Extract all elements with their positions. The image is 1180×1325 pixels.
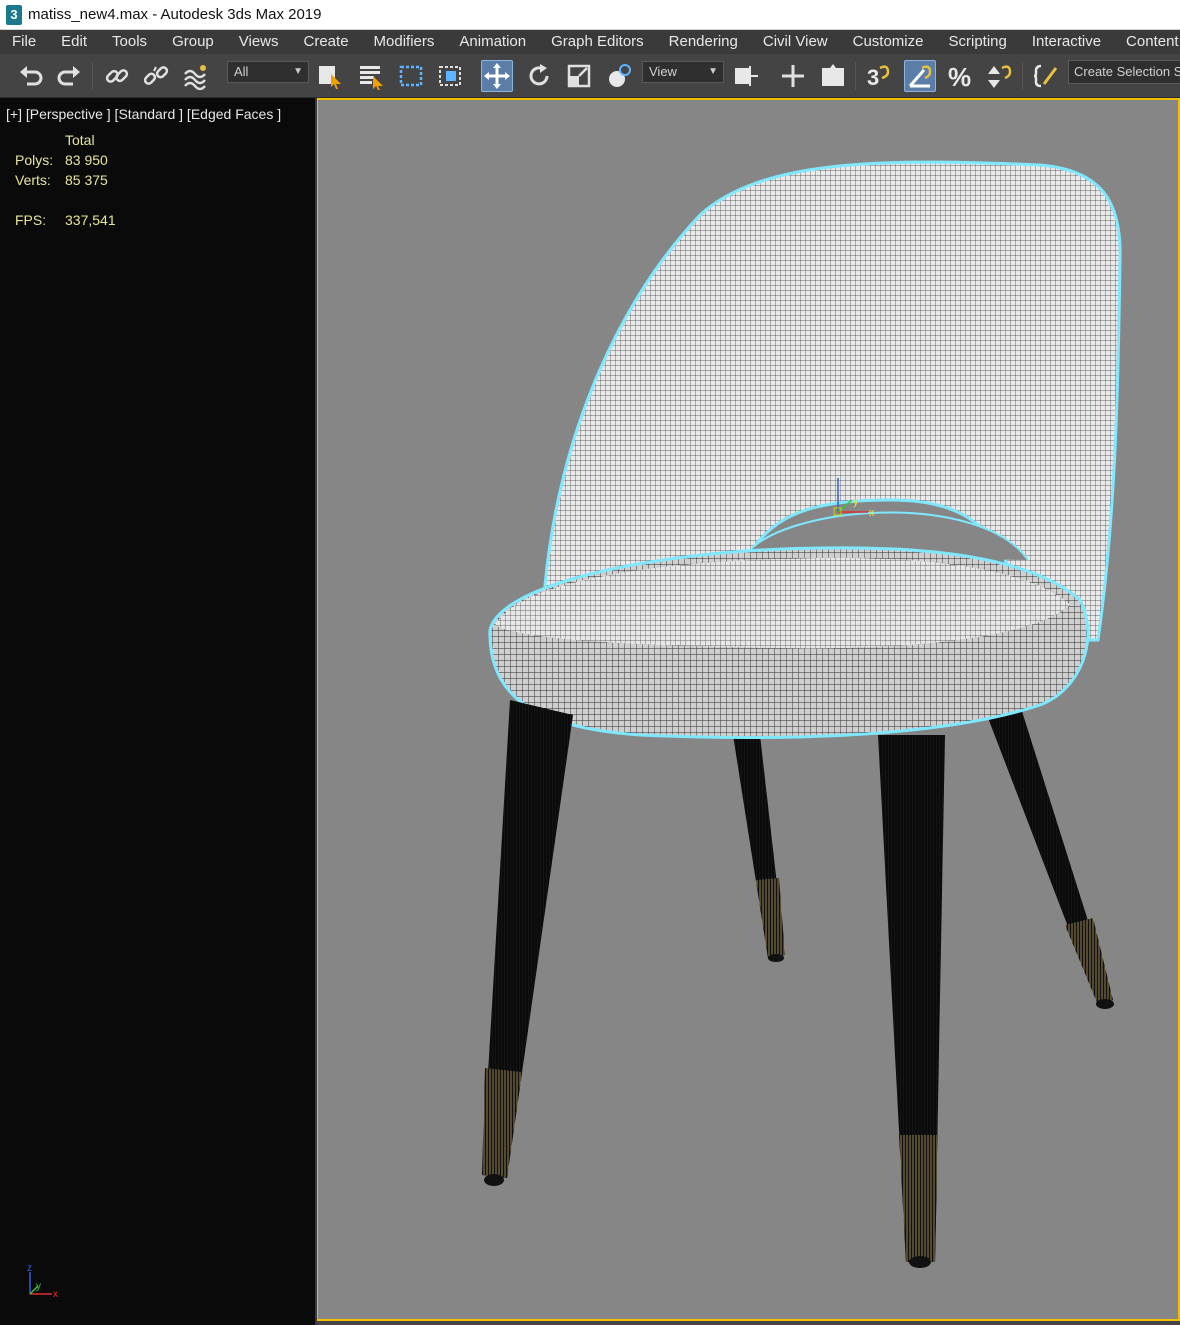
angle-snap-icon[interactable] <box>904 60 936 92</box>
menu-group[interactable]: Group <box>160 30 227 54</box>
pivot-x-label: x <box>869 507 875 519</box>
verts-label: Verts: <box>15 172 51 188</box>
percent-snap-icon[interactable]: % <box>944 60 976 92</box>
menu-file[interactable]: File <box>0 30 49 54</box>
axis-x-label: x <box>53 1289 58 1300</box>
create-selection-set-field[interactable]: Create Selection S <box>1068 60 1180 84</box>
left-viewport-panel <box>0 98 317 1325</box>
undo-icon[interactable] <box>15 60 47 92</box>
title-bar: 3 matiss_new4.max - Autodesk 3ds Max 201… <box>0 0 1180 30</box>
selection-filter-dropdown[interactable]: All ▼ <box>227 61 309 83</box>
snap-label: 3 <box>867 65 879 90</box>
window-crossing-icon[interactable] <box>434 60 466 92</box>
link-icon[interactable] <box>101 60 133 92</box>
move-icon[interactable] <box>481 60 513 92</box>
menu-animation[interactable]: Animation <box>447 30 539 54</box>
axis-y-label: y <box>36 1281 41 1292</box>
axis-z-label: z <box>27 1263 32 1274</box>
selection-filter-value: All <box>234 64 249 79</box>
menu-modifiers[interactable]: Modifiers <box>362 30 448 54</box>
menu-create[interactable]: Create <box>292 30 362 54</box>
select-by-name-icon[interactable] <box>355 60 387 92</box>
window-title: matiss_new4.max - Autodesk 3ds Max 2019 <box>28 6 322 23</box>
spinner-snap-icon[interactable] <box>984 60 1016 92</box>
menu-views[interactable]: Views <box>227 30 292 54</box>
world-axis-gizmo: z y x <box>27 1263 58 1300</box>
chair-model-wireframe[interactable]: y x <box>317 98 1180 1321</box>
scale-icon[interactable] <box>563 60 595 92</box>
main-toolbar: All ▼ View ▼ 3 % <box>0 54 1180 98</box>
chevron-down-icon: ▼ <box>708 66 718 77</box>
menu-scripting[interactable]: Scripting <box>936 30 1019 54</box>
menu-tools[interactable]: Tools <box>100 30 160 54</box>
polys-label: Polys: <box>15 152 54 168</box>
back-right-leg <box>985 705 1114 1009</box>
polys-value: 83 950 <box>65 152 108 168</box>
edit-named-selections-icon[interactable] <box>1030 60 1062 92</box>
verts-value: 85 375 <box>65 172 108 188</box>
select-object-icon[interactable] <box>314 60 346 92</box>
menu-bar: File Edit Tools Group Views Create Modif… <box>0 30 1180 54</box>
bind-space-warp-icon[interactable] <box>180 60 212 92</box>
snaps-toggle-icon[interactable]: 3 <box>862 60 894 92</box>
selection-set-placeholder: Create Selection S <box>1074 64 1180 79</box>
use-pivot-icon[interactable] <box>730 60 762 92</box>
menu-graph-editors[interactable]: Graph Editors <box>539 30 657 54</box>
select-manipulate-icon[interactable] <box>777 60 809 92</box>
app-3dsmax-icon[interactable]: 3 <box>6 4 22 25</box>
front-left-leg <box>482 700 573 1186</box>
stats-header: Total <box>65 132 95 148</box>
menu-interactive[interactable]: Interactive <box>1020 30 1114 54</box>
pivot-y-label: y <box>853 496 859 508</box>
fps-value: 337,541 <box>65 212 116 228</box>
rectangular-selection-icon[interactable] <box>395 60 427 92</box>
reference-coordinate-dropdown[interactable]: View ▼ <box>642 61 724 83</box>
menu-customize[interactable]: Customize <box>841 30 937 54</box>
reference-coordinate-value: View <box>649 64 677 79</box>
back-left-leg <box>733 735 785 962</box>
percent-label: % <box>948 62 971 90</box>
menu-content[interactable]: Content <box>1114 30 1180 54</box>
rotate-icon[interactable] <box>523 60 555 92</box>
fps-label: FPS: <box>15 212 47 228</box>
viewport-label-menu[interactable]: [+] [Perspective ] [Standard ] [Edged Fa… <box>6 106 281 122</box>
chevron-down-icon: ▼ <box>293 66 303 77</box>
menu-edit[interactable]: Edit <box>49 30 100 54</box>
unlink-icon[interactable] <box>140 60 172 92</box>
keyboard-shortcut-icon[interactable] <box>817 60 849 92</box>
menu-civil-view[interactable]: Civil View <box>751 30 841 54</box>
chair-seat <box>488 546 1090 739</box>
place-icon[interactable] <box>603 60 635 92</box>
menu-rendering[interactable]: Rendering <box>657 30 751 54</box>
redo-icon[interactable] <box>53 60 85 92</box>
front-right-leg <box>878 735 945 1268</box>
